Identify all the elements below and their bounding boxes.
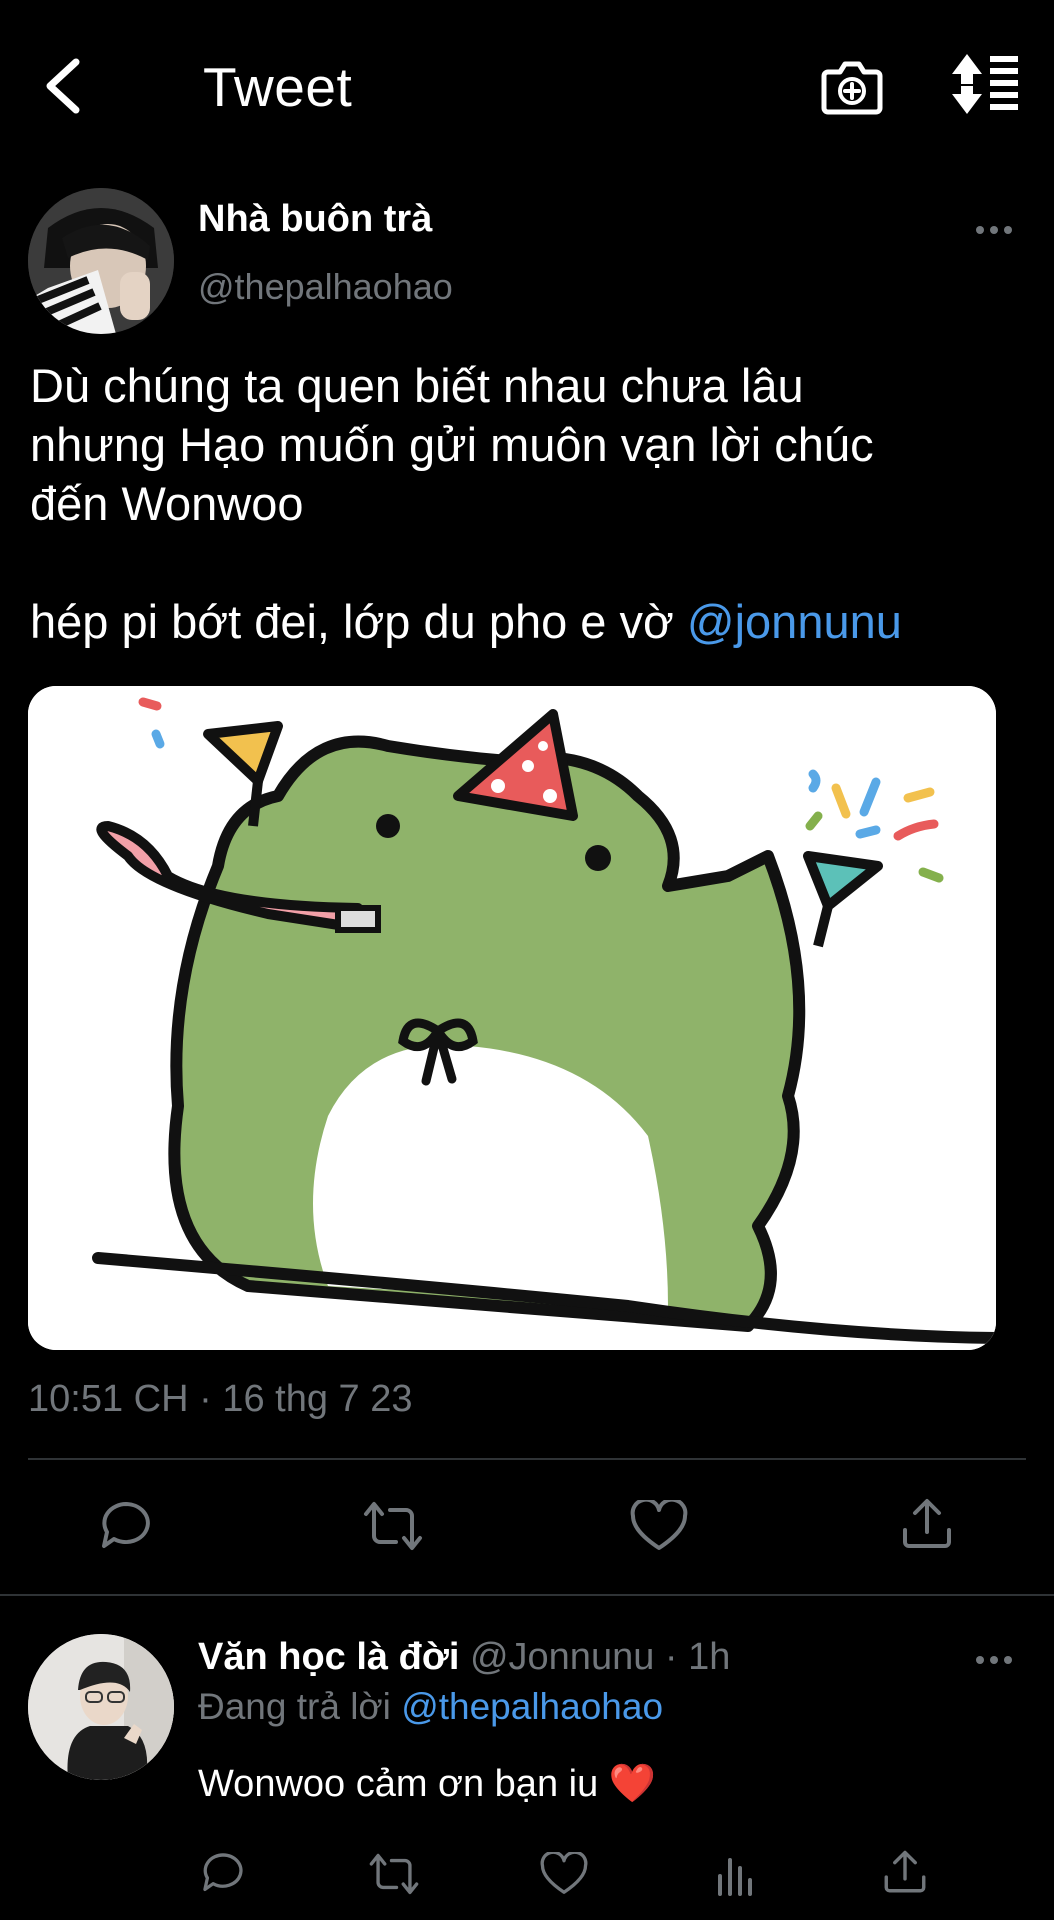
tweet-text-line-body: hép pi bớt đei, lớp du pho e vờ — [30, 595, 687, 648]
share-icon[interactable] — [882, 1848, 928, 1896]
tweet-text-line: nhưng Hạo muốn gửi muôn vạn lời chúc — [30, 418, 874, 471]
like-icon[interactable] — [630, 1500, 688, 1552]
more-options-icon[interactable] — [974, 1652, 1014, 1668]
reply-author-line[interactable]: Văn học là đời @Jonnunu · 1h — [198, 1636, 730, 1679]
sort-toggle-icon[interactable] — [950, 52, 1020, 116]
author-handle[interactable]: @thepalhaohao — [198, 266, 453, 308]
reply-text-body: Wonwoo cảm ơn bạn iu — [198, 1763, 599, 1805]
author-name[interactable]: Nhà buôn trà — [198, 198, 432, 241]
reply-author-avatar[interactable] — [28, 1634, 174, 1780]
mention-link[interactable]: @jonnunu — [687, 595, 902, 648]
replying-to-prefix: Đang trả lời — [198, 1686, 402, 1727]
heart-emoji-icon: ❤️ — [608, 1763, 657, 1805]
reply-meta: @Jonnunu · 1h — [469, 1636, 731, 1678]
reply-text: Wonwoo cảm ơn bạn iu ❤️ — [198, 1762, 656, 1806]
replying-to-mention[interactable]: @thepalhaohao — [401, 1686, 663, 1727]
divider — [0, 1594, 1054, 1596]
tweet-timestamp: 10:51 CH · 16 thg 7 23 — [28, 1378, 413, 1420]
page-title: Tweet — [203, 56, 353, 118]
author-avatar[interactable] — [28, 188, 174, 334]
camera-plus-icon[interactable] — [820, 54, 884, 118]
divider — [28, 1458, 1026, 1460]
back-chevron-icon[interactable] — [40, 56, 90, 116]
reply-icon[interactable] — [98, 1498, 154, 1554]
tweet-text-line: đến Wonwoo — [30, 477, 304, 530]
more-options-icon[interactable] — [974, 222, 1014, 238]
tweet-image[interactable] — [28, 686, 996, 1350]
tweet-text-line: Dù chúng ta quen biết nhau chưa lâu — [30, 359, 804, 412]
like-icon[interactable] — [540, 1852, 588, 1896]
reply-author-name[interactable]: Văn học là đời — [198, 1636, 459, 1678]
retweet-icon[interactable] — [368, 1852, 420, 1896]
share-icon[interactable] — [900, 1496, 954, 1552]
replying-to: Đang trả lời @thepalhaohao — [198, 1686, 663, 1728]
tweet-text-line: hép pi bớt đei, lớp du pho e vờ @jonnunu — [30, 592, 902, 651]
reply-icon[interactable] — [200, 1850, 246, 1896]
retweet-icon[interactable] — [362, 1500, 424, 1552]
analytics-icon[interactable] — [714, 1850, 758, 1896]
